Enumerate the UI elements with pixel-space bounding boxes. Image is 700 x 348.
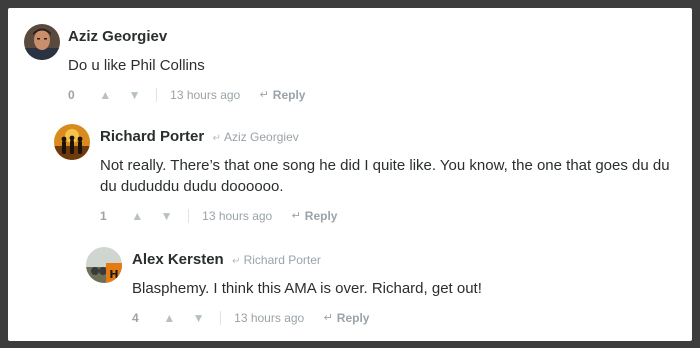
vote-count: 4 [132, 310, 139, 325]
reply-to-name: Richard Porter [243, 253, 321, 267]
reply-label: Reply [336, 311, 370, 326]
timestamp[interactable]: 13 hours ago [202, 207, 272, 225]
comment-body: Aziz Georgiev Do u like Phil Collins 0 ▲… [68, 27, 678, 103]
comment-footer: 0 ▲ ▼ 13 hours ago ↵ Reply [68, 85, 678, 103]
avatar[interactable] [24, 24, 60, 60]
comment-header: Richard Porter ↵ Aziz Georgiev [100, 127, 678, 147]
downvote-icon[interactable]: ▼ [161, 207, 173, 225]
author-name[interactable]: Richard Porter [100, 128, 204, 145]
comment-text: Not really. There’s that one song he did… [100, 157, 670, 195]
downvote-icon[interactable]: ▼ [129, 86, 141, 104]
reply-arrow-icon: ↵ [291, 210, 301, 223]
upvote-icon[interactable]: ▲ [131, 207, 143, 225]
in-reply-to[interactable]: ↵ Richard Porter [232, 253, 321, 267]
comment-footer: 1 ▲ ▼ 13 hours ago ↵ Reply [100, 206, 678, 224]
author-name[interactable]: Alex Kersten [132, 251, 224, 268]
reply-to-arrow-icon: ↵ [232, 256, 241, 267]
comment-footer: 4 ▲ ▼ 13 hours ago ↵ Reply [132, 308, 678, 326]
reply-label: Reply [304, 209, 338, 224]
upvote-icon[interactable]: ▲ [163, 309, 175, 327]
svg-text:H: H [109, 268, 118, 281]
reply-arrow-icon: ↵ [323, 312, 333, 325]
downvote-icon[interactable]: ▼ [193, 309, 205, 327]
in-reply-to[interactable]: ↵ Aziz Georgiev [213, 130, 299, 144]
reply-to-name: Aziz Georgiev [224, 130, 299, 144]
timestamp[interactable]: 13 hours ago [234, 309, 304, 327]
comment-header: Aziz Georgiev [68, 27, 678, 47]
avatar[interactable]: H [86, 247, 122, 283]
vote-count: 1 [100, 208, 107, 223]
comment-body: Richard Porter ↵ Aziz Georgiev Not really… [100, 127, 678, 224]
avatar[interactable] [54, 124, 90, 160]
author-name[interactable]: Aziz Georgiev [68, 28, 167, 45]
vote-count: 0 [68, 87, 75, 102]
reply-button[interactable]: ↵ Reply [260, 85, 306, 104]
timestamp[interactable]: 13 hours ago [170, 86, 240, 104]
divider [187, 208, 189, 223]
comment-text: Blasphemy. I think this AMA is over. Ric… [132, 280, 482, 297]
reply-to-arrow-icon: ↵ [212, 133, 222, 144]
comment-body: Alex Kersten ↵ Richard Porter Blasphemy. … [132, 250, 678, 326]
comment-header: Alex Kersten ↵ Richard Porter [132, 250, 678, 270]
comment-text: Do u like Phil Collins [68, 57, 205, 74]
divider [155, 87, 157, 102]
reply-label: Reply [272, 88, 306, 103]
reply-arrow-icon: ↵ [259, 89, 269, 102]
reply-button[interactable]: ↵ Reply [292, 206, 338, 225]
reply-button[interactable]: ↵ Reply [324, 308, 370, 327]
divider [219, 310, 221, 325]
upvote-icon[interactable]: ▲ [99, 86, 111, 104]
comment-thread: Aziz Georgiev Do u like Phil Collins 0 ▲… [8, 8, 692, 341]
